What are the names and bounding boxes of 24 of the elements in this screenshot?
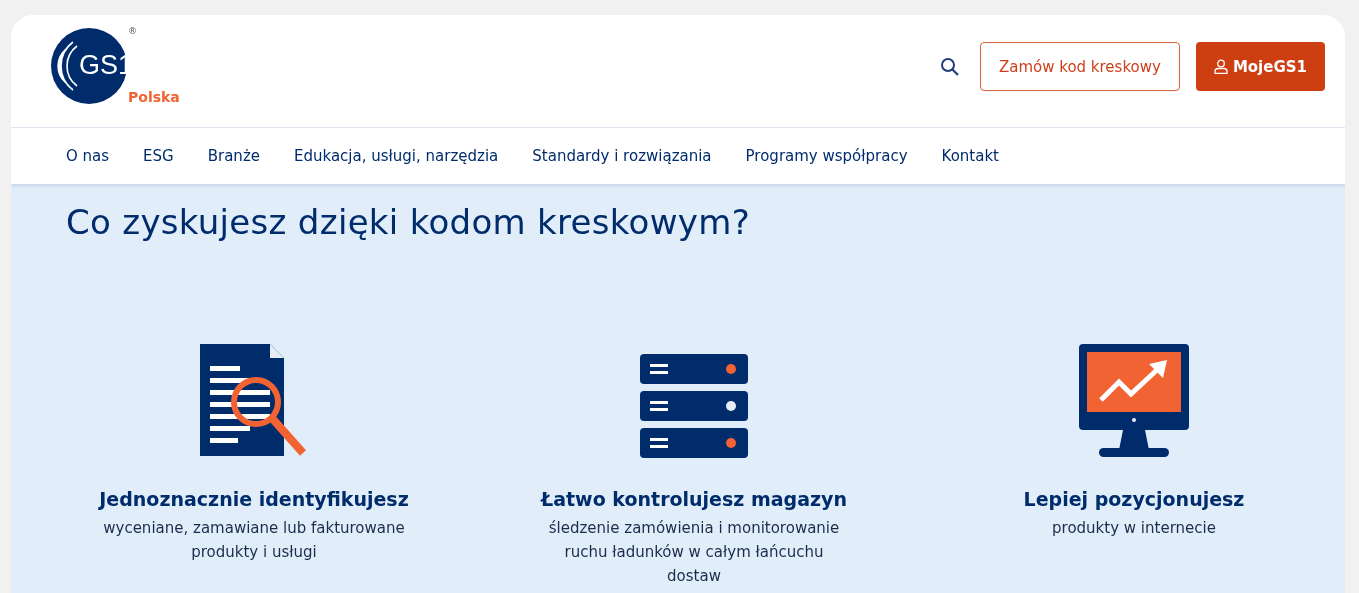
monitor-chart-icon [1079, 344, 1189, 458]
benefit-description: śledzenie zamówienia i monitorowanie ruchu ładunków w całym łańcuchu dostaw [548, 518, 840, 587]
registered-mark: ® [128, 26, 137, 36]
benefit-description: produkty w internecie [1052, 518, 1216, 539]
logo-text: GS1 [79, 50, 134, 81]
nav-link[interactable]: O nas [66, 147, 110, 165]
logo-region: Polska [128, 89, 180, 105]
benefit-title: Jednoznacznie identyfikujesz [99, 488, 409, 510]
nav-link[interactable]: Kontakt [941, 147, 999, 165]
user-icon [1213, 59, 1228, 74]
nav-link[interactable]: Standardy i rozwiązania [532, 147, 712, 165]
nav-link[interactable]: Edukacja, usługi, narzędzia [294, 147, 499, 165]
nav-link[interactable]: Branże [207, 147, 260, 165]
benefit-title: Lepiej pozycjonujesz [1023, 488, 1245, 510]
benefit-description: wyceniane, zamawiane lub fakturowane produkty i usługi [103, 518, 405, 563]
nav-link[interactable]: Programy współpracy [745, 147, 908, 165]
nav-link[interactable]: ESG [143, 147, 174, 165]
search-icon[interactable] [939, 56, 960, 77]
logo-icon [51, 28, 127, 104]
server-icon [640, 354, 748, 458]
order-barcode-button[interactable]: Zamów kod kreskowy [979, 42, 1180, 91]
benefit-title: Łatwo kontrolujesz magazyn [541, 488, 847, 510]
section-heading: Co zyskujesz dzięki kodom kreskowym? [66, 202, 751, 242]
account-button[interactable]: MojeGS1 [1195, 42, 1325, 91]
